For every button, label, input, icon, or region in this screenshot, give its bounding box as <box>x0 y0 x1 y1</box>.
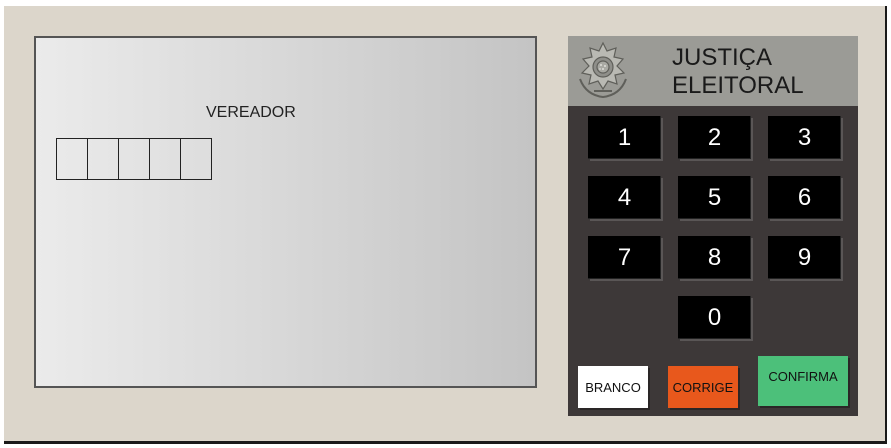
corrige-button[interactable]: CORRIGE <box>668 366 738 408</box>
brand-line-2: ELEITORAL <box>672 72 804 99</box>
digit-box-5 <box>180 138 212 180</box>
coat-of-arms-icon <box>579 41 627 99</box>
digit-box-3 <box>118 138 150 180</box>
key-5[interactable]: 5 <box>678 176 751 219</box>
key-9[interactable]: 9 <box>768 236 841 279</box>
voting-screen: VEREADOR <box>34 36 537 388</box>
key-1[interactable]: 1 <box>588 116 661 159</box>
confirma-button[interactable]: CONFIRMA <box>758 356 848 406</box>
key-6[interactable]: 6 <box>768 176 841 219</box>
voting-machine: VEREADOR JUSTIÇA ELEITORAL 1 2 3 4 5 6 7… <box>4 6 887 444</box>
keypad-panel: JUSTIÇA ELEITORAL 1 2 3 4 5 6 7 8 9 0 BR… <box>568 36 858 416</box>
office-label: VEREADOR <box>206 104 296 121</box>
digit-box-1 <box>56 138 88 180</box>
panel-header: JUSTIÇA ELEITORAL <box>568 36 858 106</box>
key-0[interactable]: 0 <box>678 296 751 339</box>
key-8[interactable]: 8 <box>678 236 751 279</box>
key-2[interactable]: 2 <box>678 116 751 159</box>
key-4[interactable]: 4 <box>588 176 661 219</box>
digit-box-4 <box>149 138 181 180</box>
key-7[interactable]: 7 <box>588 236 661 279</box>
key-3[interactable]: 3 <box>768 116 841 159</box>
candidate-number-boxes <box>56 138 212 180</box>
brand-title: JUSTIÇA ELEITORAL <box>672 44 804 100</box>
brand-line-1: JUSTIÇA <box>672 44 773 71</box>
branco-button[interactable]: BRANCO <box>578 366 648 408</box>
digit-box-2 <box>87 138 119 180</box>
